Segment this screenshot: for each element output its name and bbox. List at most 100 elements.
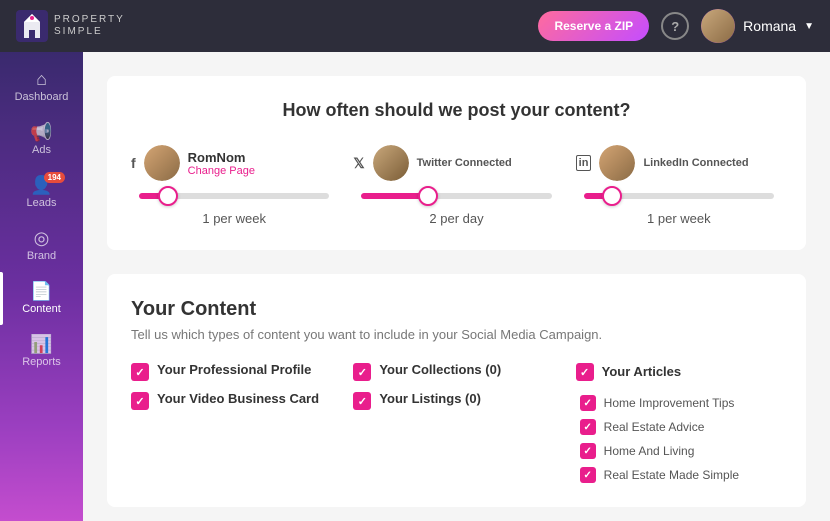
reserve-zip-button[interactable]: Reserve a ZIP	[538, 11, 649, 41]
sidebar-label-reports: Reports	[22, 356, 61, 368]
sidebar-label-brand: Brand	[27, 250, 56, 262]
sidebar-label-leads: Leads	[27, 197, 57, 209]
video-business-card-label: Your Video Business Card	[157, 391, 319, 406]
avatar	[701, 9, 735, 43]
header-right: Reserve a ZIP ? Romana ▼	[538, 9, 814, 43]
checkbox-articles-box[interactable]: ✓	[576, 363, 594, 381]
checkmark-icon: ✓	[583, 446, 591, 457]
linkedin-frequency-label: 1 per week	[647, 211, 711, 226]
linkedin-account-info: LinkedIn Connected	[643, 157, 748, 169]
help-button[interactable]: ?	[661, 12, 689, 40]
sidebar-label-ads: Ads	[32, 144, 51, 156]
twitter-account: 𝕏 Twitter Connected 2 per day	[353, 145, 559, 226]
logo-text-sub: SIMPLE	[54, 26, 125, 38]
article-label-3: Real Estate Made Simple	[604, 468, 739, 482]
article-label-0: Home Improvement Tips	[604, 396, 735, 410]
sidebar-label-content: Content	[22, 303, 61, 315]
linkedin-account: in LinkedIn Connected 1 per week	[576, 145, 782, 226]
article-item-0: ✓ Home Improvement Tips	[580, 395, 782, 411]
article-item-2: ✓ Home And Living	[580, 443, 782, 459]
twitter-slider-track	[361, 193, 551, 199]
twitter-slider-container	[353, 193, 559, 207]
article-items: ✓ Home Improvement Tips ✓ Real Estate Ad…	[576, 395, 782, 483]
sidebar-item-reports[interactable]: 📊 Reports	[0, 325, 83, 378]
linkedin-avatar	[599, 145, 635, 181]
logo-text-main: PROPERTY	[54, 14, 125, 26]
sidebar-item-brand[interactable]: ◎ Brand	[0, 219, 83, 272]
linkedin-avatar-image	[599, 145, 635, 181]
checkbox-video-business-card-box[interactable]: ✓	[131, 392, 149, 410]
linkedin-icon: in	[576, 155, 592, 171]
article-checkbox-2[interactable]: ✓	[580, 443, 596, 459]
content-col-2: ✓ Your Collections (0) ✓ Your Listings (…	[353, 362, 559, 483]
social-accounts: f RomNom Change Page	[131, 145, 782, 226]
checkmark-icon: ✓	[135, 366, 144, 379]
checkbox-listings-box[interactable]: ✓	[353, 392, 371, 410]
listings-label: Your Listings (0)	[379, 391, 481, 406]
articles-header: ✓ Your Articles	[576, 362, 782, 381]
facebook-change-page[interactable]: Change Page	[188, 165, 255, 177]
professional-profile-label: Your Professional Profile	[157, 362, 311, 377]
ads-icon: 📢	[30, 123, 52, 141]
checkbox-video-business-card: ✓ Your Video Business Card	[131, 391, 337, 410]
checkmark-icon: ✓	[583, 398, 591, 409]
leads-badge: 194	[44, 172, 65, 183]
facebook-account-header: f RomNom Change Page	[131, 145, 337, 181]
twitter-frequency-label: 2 per day	[429, 211, 483, 226]
twitter-avatar-image	[373, 145, 409, 181]
facebook-avatar-image	[144, 145, 180, 181]
sidebar-item-leads[interactable]: 194 👤 Leads	[0, 166, 83, 219]
content-col-3-articles: ✓ Your Articles ✓ Home Improvement Tips	[576, 362, 782, 483]
header: PROPERTY SIMPLE Reserve a ZIP ? Romana ▼	[0, 0, 830, 52]
sidebar-item-content[interactable]: 📄 Content	[0, 272, 83, 325]
sidebar-item-ads[interactable]: 📢 Ads	[0, 113, 83, 166]
facebook-icon: f	[131, 155, 136, 171]
checkbox-listings: ✓ Your Listings (0)	[353, 391, 559, 410]
facebook-avatar	[144, 145, 180, 181]
logo: PROPERTY SIMPLE	[16, 10, 125, 42]
facebook-slider-container	[131, 193, 337, 207]
twitter-avatar	[373, 145, 409, 181]
articles-header-label: Your Articles	[602, 364, 681, 379]
facebook-frequency-label: 1 per week	[202, 211, 266, 226]
sidebar-label-dashboard: Dashboard	[15, 91, 69, 103]
twitter-slider-thumb[interactable]	[418, 186, 438, 206]
linkedin-account-header: in LinkedIn Connected	[576, 145, 782, 181]
checkbox-professional-profile-box[interactable]: ✓	[131, 363, 149, 381]
checkmark-icon: ✓	[358, 366, 367, 379]
checkmark-icon: ✓	[135, 395, 144, 408]
article-label-1: Real Estate Advice	[604, 420, 705, 434]
article-item-3: ✓ Real Estate Made Simple	[580, 467, 782, 483]
facebook-slider-track	[139, 193, 329, 199]
checkbox-collections-box[interactable]: ✓	[353, 363, 371, 381]
collections-label: Your Collections (0)	[379, 362, 501, 377]
checkbox-professional-profile: ✓ Your Professional Profile	[131, 362, 337, 381]
twitter-account-info: Twitter Connected	[417, 157, 512, 169]
content-section-subtitle: Tell us which types of content you want …	[131, 327, 782, 342]
checkbox-collections: ✓ Your Collections (0)	[353, 362, 559, 381]
chevron-down-icon: ▼	[804, 21, 814, 32]
checkmark-icon: ✓	[583, 422, 591, 433]
sidebar-item-dashboard[interactable]: ⌂ Dashboard	[0, 60, 83, 113]
layout: ⌂ Dashboard 📢 Ads 194 👤 Leads ◎ Brand 📄 …	[0, 52, 830, 521]
user-menu[interactable]: Romana ▼	[701, 9, 814, 43]
content-icon: 📄	[30, 282, 52, 300]
twitter-account-header: 𝕏 Twitter Connected	[353, 145, 559, 181]
twitter-icon: 𝕏	[353, 155, 364, 172]
article-checkbox-1[interactable]: ✓	[580, 419, 596, 435]
facebook-slider-thumb[interactable]	[158, 186, 178, 206]
facebook-account: f RomNom Change Page	[131, 145, 337, 226]
twitter-account-name: Twitter Connected	[417, 157, 512, 169]
article-checkbox-3[interactable]: ✓	[580, 467, 596, 483]
linkedin-slider-thumb[interactable]	[602, 186, 622, 206]
article-label-2: Home And Living	[604, 444, 695, 458]
posting-title: How often should we post your content?	[131, 100, 782, 121]
checkmark-icon: ✓	[580, 366, 589, 379]
content-col-1: ✓ Your Professional Profile ✓ Your Video…	[131, 362, 337, 483]
linkedin-slider-container	[576, 193, 782, 207]
your-content-section: Your Content Tell us which types of cont…	[107, 274, 806, 507]
user-name: Romana	[743, 18, 796, 34]
article-checkbox-0[interactable]: ✓	[580, 395, 596, 411]
avatar-image	[701, 9, 735, 43]
main-content: How often should we post your content? f…	[83, 52, 830, 521]
